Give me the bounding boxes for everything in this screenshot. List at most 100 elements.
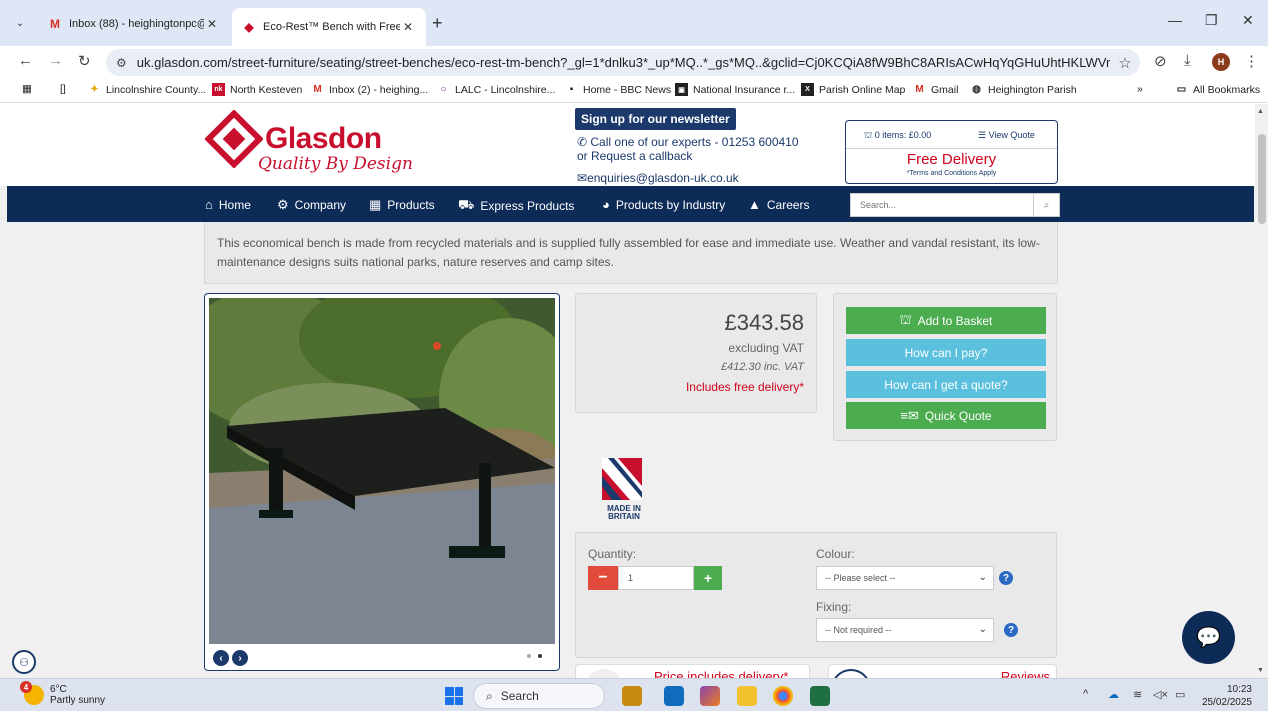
briefcase-app-icon[interactable] <box>622 686 642 706</box>
quantity-label: Quantity: <box>588 547 637 561</box>
system-clock[interactable]: 10:23 25/02/2025 <box>1200 683 1252 709</box>
nav-company[interactable]: ⚙ Company <box>277 197 346 213</box>
delivery-info-card[interactable]: Price includes delivery* <box>575 664 810 678</box>
onedrive-icon[interactable]: ☁ <box>1108 688 1119 701</box>
glasdon-logo-icon[interactable] <box>205 110 263 168</box>
restore-icon[interactable]: ❐ <box>1205 12 1218 29</box>
nav-careers[interactable]: ▲ Careers <box>748 197 810 212</box>
made-in-britain-badge: MADE IN BRITAIN <box>600 456 648 521</box>
colour-label: Colour: <box>816 547 855 561</box>
tab-eco-rest-bench[interactable]: ◆ Eco-Rest™ Bench with Free Deli ✕ <box>232 8 426 46</box>
weather-widget[interactable]: 4 6°C Partly sunny <box>20 681 105 706</box>
terms-note[interactable]: *Terms and Conditions Apply <box>846 170 1057 177</box>
scroll-up-icon[interactable]: ▲ <box>1257 108 1264 115</box>
fixing-help-icon[interactable]: ? <box>1004 623 1018 637</box>
close-tab-icon[interactable]: ✕ <box>400 20 416 34</box>
quantity-decrease-button[interactable]: − <box>588 566 618 590</box>
more-bookmarks-icon[interactable]: » <box>1137 83 1143 95</box>
email-link[interactable]: ✉enquiries@glasdon-uk.co.uk <box>577 171 739 185</box>
how-can-i-pay-button[interactable]: How can I pay? <box>846 339 1046 366</box>
tab-search-chevron-icon[interactable]: ⌄ <box>10 13 30 33</box>
nav-products-by-industry[interactable]: ◕ Products by Industry <box>602 197 725 212</box>
fixing-select[interactable]: -- Not required -- ⌄ <box>816 618 994 642</box>
address-bar[interactable]: ⚙ uk.glasdon.com/street-furniture/seatin… <box>106 49 1140 76</box>
outlook-app-icon[interactable] <box>664 686 684 706</box>
folder-icon: ▭ <box>1176 84 1187 95</box>
download-icon[interactable]: ⤓ <box>1184 52 1191 69</box>
bookmark-heighington-parish[interactable]: ◍ Heighington Parish <box>970 83 1077 96</box>
fixing-label: Fixing: <box>816 600 852 614</box>
close-window-icon[interactable]: ✕ <box>1242 12 1254 29</box>
logo-name[interactable]: Glasdon <box>265 122 382 156</box>
bookmark-parish-online-map[interactable]: X Parish Online Map <box>801 83 905 96</box>
taskbar-search[interactable]: ⌕ Search <box>473 683 605 709</box>
how-can-i-get-quote-button[interactable]: How can I get a quote? <box>846 371 1046 398</box>
colour-select[interactable]: -- Please select -- ⌄ <box>816 566 994 590</box>
carousel-dot[interactable] <box>527 654 531 658</box>
tab-groups-icon[interactable]: [] <box>60 83 66 95</box>
reload-icon[interactable]: ↻ <box>78 52 91 70</box>
bookmark-bbc-news[interactable]: ▪ Home - BBC News <box>565 83 671 96</box>
copilot-app-icon[interactable] <box>700 686 720 706</box>
search-icon[interactable]: ⌕ <box>1033 194 1059 216</box>
bookmark-gmail[interactable]: M Gmail <box>913 83 958 96</box>
gmail-icon: M <box>313 84 322 95</box>
windows-start-icon[interactable] <box>445 687 463 705</box>
map-icon: X <box>801 83 814 96</box>
carousel-next-icon[interactable]: › <box>232 650 248 666</box>
bookmark-lalc[interactable]: ○ LALC - Lincolnshire... <box>437 83 555 96</box>
site-info-icon[interactable]: ⚙ <box>116 56 127 70</box>
bookmark-north-kesteven[interactable]: nk North Kesteven <box>212 83 302 96</box>
list-envelope-icon: ≡✉ <box>900 407 919 423</box>
tray-chevron-icon[interactable]: ^ <box>1083 688 1088 700</box>
close-tab-icon[interactable]: ✕ <box>204 17 220 31</box>
menu-kebab-icon[interactable]: ⋮ <box>1244 52 1259 70</box>
tab-inbox[interactable]: M Inbox (88) - heighingtonpc@gm ✕ <box>38 8 230 40</box>
new-tab-icon[interactable]: + <box>432 13 443 34</box>
quantity-input[interactable]: 1 <box>618 566 694 590</box>
forward-icon[interactable]: → <box>48 52 63 69</box>
live-chat-button[interactable]: 💬 <box>1182 611 1235 664</box>
quantity-increase-button[interactable]: + <box>694 566 722 590</box>
back-icon[interactable]: ← <box>18 52 33 69</box>
apps-grid-icon[interactable]: ▦ <box>22 83 32 95</box>
clock-time: 10:23 <box>1226 684 1252 695</box>
page-scrollbar[interactable]: ▲ ▼ <box>1255 104 1268 678</box>
site-search-input[interactable] <box>851 194 1033 216</box>
palm-tree-icon: ✦ <box>90 84 99 95</box>
windows-taskbar: 4 6°C Partly sunny ⌕ Search ^ ☁ ≋ ◁× ▭ 10… <box>0 678 1268 711</box>
muted-speaker-icon[interactable]: ◁× <box>1153 688 1168 701</box>
wifi-icon[interactable]: ≋ <box>1133 688 1142 701</box>
bookmark-lincolnshire-county[interactable]: ✦ Lincolnshire County... <box>88 83 206 96</box>
carousel-dot-active[interactable] <box>538 654 542 658</box>
newsletter-signup-button[interactable]: Sign up for our newsletter <box>575 108 736 130</box>
gmail-icon: M <box>915 84 924 95</box>
nav-express-products[interactable]: ⛟ Express Products <box>458 197 574 215</box>
chrome-app-icon[interactable] <box>773 686 793 706</box>
colour-help-icon[interactable]: ? <box>999 571 1013 585</box>
file-explorer-icon[interactable] <box>737 686 757 706</box>
view-quote-link[interactable]: ☰ View Quote <box>978 130 1035 141</box>
bench-photo[interactable] <box>209 298 555 644</box>
basket-items-link[interactable]: ⛫ 0 items: £0.00 <box>864 130 931 142</box>
excel-app-icon[interactable] <box>810 686 830 706</box>
scrollbar-thumb[interactable] <box>1258 134 1266 224</box>
quick-quote-button[interactable]: ≡✉ Quick Quote <box>846 402 1046 429</box>
call-expert-line[interactable]: ✆ Call one of our experts - 01253 600410… <box>577 135 807 163</box>
scroll-down-icon[interactable]: ▼ <box>1257 667 1264 674</box>
reviews-card[interactable]: Reviews <box>828 664 1057 678</box>
bookmark-inbox[interactable]: M Inbox (2) - heighing... <box>311 83 428 96</box>
extensions-icon[interactable]: ⊘ <box>1154 52 1167 70</box>
nav-products[interactable]: ▦ Products <box>369 197 435 213</box>
add-to-basket-button[interactable]: ⛫ Add to Basket <box>846 307 1046 334</box>
minimize-icon[interactable]: — <box>1168 12 1182 28</box>
battery-icon[interactable]: ▭ <box>1175 688 1185 701</box>
accessibility-widget-icon[interactable]: ⚇ <box>12 650 36 674</box>
profile-avatar[interactable]: H <box>1212 53 1230 71</box>
carousel-prev-icon[interactable]: ‹ <box>213 650 229 666</box>
bookmark-national-insurance[interactable]: ▣ National Insurance r... <box>675 83 795 96</box>
nav-home[interactable]: ⌂ Home <box>205 197 251 212</box>
all-bookmarks[interactable]: ▭ All Bookmarks <box>1175 83 1260 96</box>
phone-icon: ✆ <box>577 135 591 149</box>
bookmark-star-icon[interactable]: ☆ <box>1110 54 1140 72</box>
